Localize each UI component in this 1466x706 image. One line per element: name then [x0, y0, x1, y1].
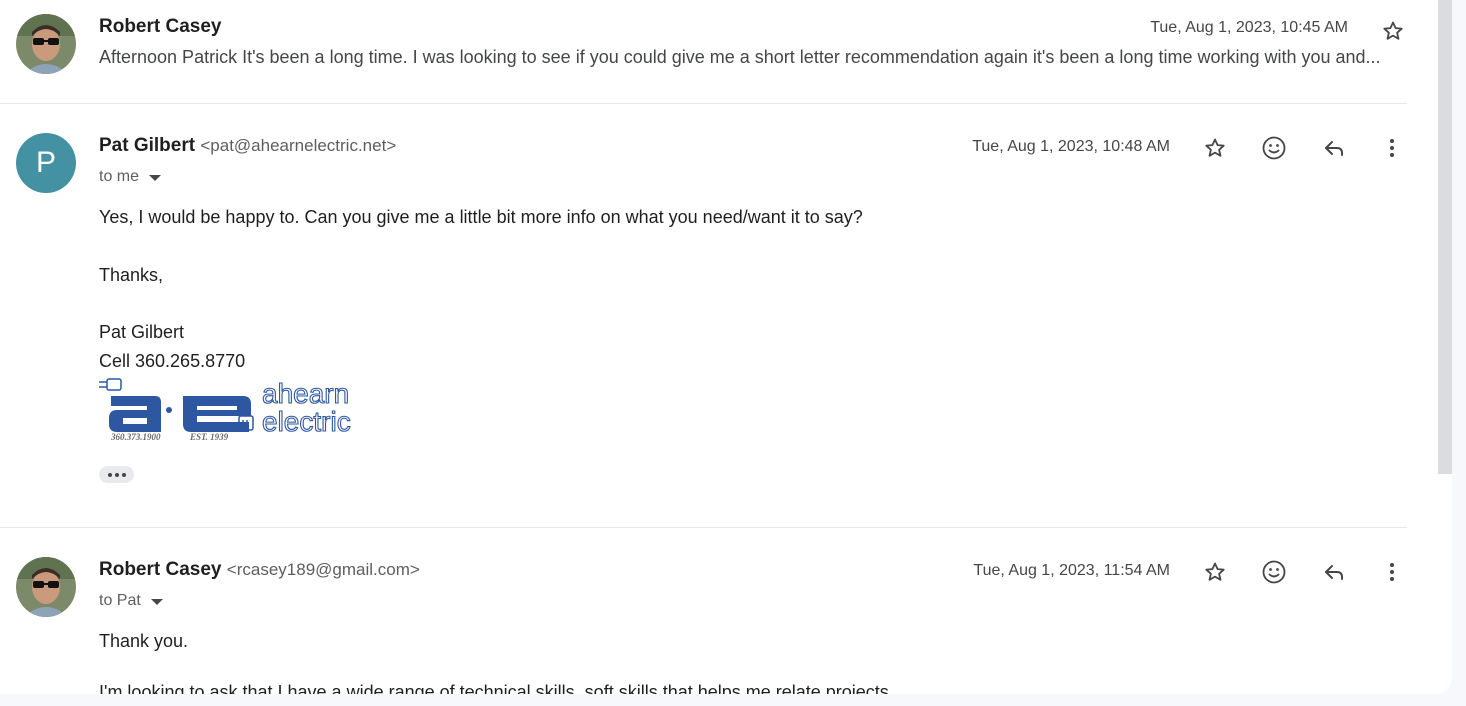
message-expanded-robert: Robert Casey <rcasey189@gmail.com> Tue, … [0, 0, 1410, 694]
more-vert-icon[interactable] [1375, 555, 1409, 589]
sender-email: <rcasey189@gmail.com> [226, 560, 420, 579]
avatar [16, 557, 76, 617]
scrollbar-thumb[interactable] [1438, 0, 1452, 474]
emoji-icon[interactable] [1257, 555, 1291, 589]
star-icon[interactable] [1198, 555, 1232, 589]
chevron-down-icon[interactable] [150, 599, 163, 605]
recipient-details[interactable]: to Pat [99, 592, 163, 610]
body-line: Thank you. [99, 631, 189, 651]
sender-name-text: Robert Casey [99, 559, 222, 580]
message-date: Tue, Aug 1, 2023, 11:54 AM [973, 562, 1170, 579]
email-thread-pane: Robert Casey Tue, Aug 1, 2023, 10:45 AM … [0, 0, 1452, 694]
reply-icon[interactable] [1317, 555, 1351, 589]
sender-name: Robert Casey <rcasey189@gmail.com> [99, 559, 420, 581]
body-line-cutoff: I'm looking to ask that I have a wide ra… [99, 682, 889, 694]
recipient-text: to Pat [99, 592, 141, 609]
